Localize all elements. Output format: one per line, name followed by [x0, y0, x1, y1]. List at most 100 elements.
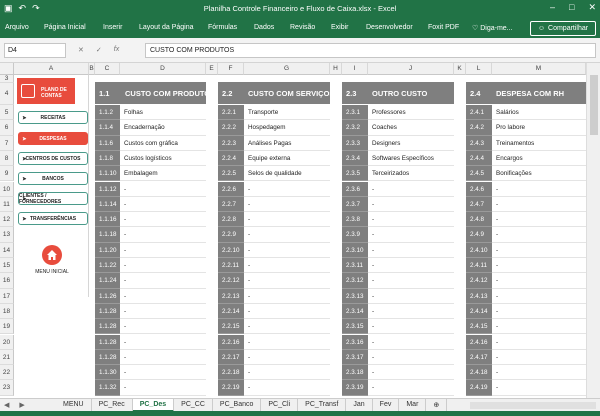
tab-layout[interactable]: Layout da Página	[139, 24, 194, 31]
tab-formulas[interactable]: Fórmulas	[208, 24, 237, 31]
account-code-cell[interactable]: 2.2.4	[218, 150, 244, 167]
account-name-cell[interactable]: -	[120, 289, 206, 304]
account-code-cell[interactable]: 2.4.7	[466, 196, 492, 213]
nav-button-bancos[interactable]: ⪢ BANCOS	[18, 172, 88, 185]
account-name-cell[interactable]: Transporte	[244, 105, 330, 121]
account-code-cell[interactable]: 1.1.32	[95, 380, 120, 396]
account-code-cell[interactable]: 2.3.19	[342, 380, 368, 396]
account-name-cell[interactable]: -	[368, 197, 454, 213]
account-name-cell[interactable]: Custos com gráfica	[120, 136, 206, 151]
account-code-cell[interactable]: 1.1.10	[95, 166, 120, 182]
account-name-cell[interactable]: -	[492, 212, 586, 228]
account-code-cell[interactable]: 2.3.6	[342, 181, 368, 197]
account-name-cell[interactable]: -	[244, 289, 330, 304]
confirm-icon[interactable]: ✓	[96, 46, 102, 54]
row-header[interactable]: 9	[0, 166, 14, 182]
row-header[interactable]: 8	[0, 150, 14, 167]
cancel-icon[interactable]: ✕	[78, 46, 84, 54]
tab-foxit[interactable]: Foxit PDF	[428, 24, 459, 31]
account-name-cell[interactable]: -	[368, 273, 454, 289]
close-icon[interactable]: ✕	[588, 2, 596, 13]
account-code-cell[interactable]: 2.3.11	[342, 258, 368, 274]
account-name-cell[interactable]: -	[492, 197, 586, 213]
next-sheet-icon[interactable]: ▶	[19, 401, 24, 409]
account-name-cell[interactable]: -	[368, 380, 454, 396]
account-name-cell[interactable]: -	[244, 335, 330, 350]
col-header-j[interactable]: J	[368, 63, 454, 75]
account-name-cell[interactable]: Equipe externa	[244, 151, 330, 167]
category-header[interactable]: 2.4 DESPESA COM RH	[466, 82, 586, 104]
account-name-cell[interactable]: Encadernação	[120, 120, 206, 136]
account-code-cell[interactable]: 2.2.6	[218, 181, 244, 197]
account-code-cell[interactable]: 1.1.4	[95, 120, 120, 136]
account-name-cell[interactable]: -	[492, 319, 586, 335]
account-name-cell[interactable]: -	[120, 350, 206, 366]
account-code-cell[interactable]: 2.4.9	[466, 227, 492, 243]
account-code-cell[interactable]: 2.2.1	[218, 105, 244, 121]
account-name-cell[interactable]: -	[120, 243, 206, 258]
account-name-cell[interactable]: -	[244, 319, 330, 335]
row-header[interactable]: 3	[0, 75, 14, 83]
row-header[interactable]: 13	[0, 227, 14, 243]
row-header[interactable]: 15	[0, 258, 14, 274]
account-name-cell[interactable]: Encargos	[492, 151, 586, 167]
account-name-cell[interactable]: Selos de qualidade	[244, 166, 330, 182]
account-name-cell[interactable]: -	[120, 212, 206, 228]
tab-arquivo[interactable]: Arquivo	[5, 24, 29, 31]
account-name-cell[interactable]: Softwares Específicos	[368, 151, 454, 167]
account-code-cell[interactable]: 1.1.26	[95, 288, 120, 304]
account-code-cell[interactable]: 2.2.15	[218, 319, 244, 335]
account-name-cell[interactable]: -	[492, 289, 586, 304]
account-code-cell[interactable]: 1.1.14	[95, 196, 120, 213]
account-code-cell[interactable]: 2.4.15	[466, 319, 492, 335]
tell-me-search[interactable]: ♡ Diga-me...	[472, 24, 513, 32]
tab-exibir[interactable]: Exibir	[331, 24, 349, 31]
account-name-cell[interactable]: -	[120, 182, 206, 197]
tab-desenvolvedor[interactable]: Desenvolvedor	[366, 24, 413, 31]
nav-button-centros-de-custos[interactable]: ⪢ CENTROS DE CUSTOS	[18, 152, 88, 165]
nav-button-receitas[interactable]: ⪢ RECEITAS	[18, 111, 88, 124]
nav-button-clientes-fornecedores[interactable]: ⪢ CLIENTES / FORNECEDORES	[18, 192, 88, 205]
account-code-cell[interactable]: 2.4.18	[466, 365, 492, 381]
account-name-cell[interactable]: -	[120, 365, 206, 381]
tab-revisao[interactable]: Revisão	[290, 24, 315, 31]
account-code-cell[interactable]: 2.2.5	[218, 166, 244, 182]
account-code-cell[interactable]: 2.4.8	[466, 212, 492, 228]
account-code-cell[interactable]: 2.3.7	[342, 196, 368, 213]
category-header[interactable]: 2.2 CUSTO COM SERVIÇOS	[218, 82, 334, 104]
row-header[interactable]: 21	[0, 349, 14, 366]
row-header[interactable]: 23	[0, 380, 14, 396]
account-name-cell[interactable]: -	[244, 380, 330, 396]
row-header[interactable]: 19	[0, 319, 14, 335]
account-name-cell[interactable]: -	[492, 335, 586, 350]
horizontal-scrollbar[interactable]	[470, 402, 596, 409]
account-code-cell[interactable]: 2.2.16	[218, 334, 244, 350]
account-code-cell[interactable]: 2.3.5	[342, 166, 368, 182]
account-name-cell[interactable]: Treinamentos	[492, 136, 586, 151]
account-code-cell[interactable]: 2.2.7	[218, 196, 244, 213]
nav-button-transferencias[interactable]: ⪢ TRANSFERÊNCIAS	[18, 212, 88, 225]
account-code-cell[interactable]: 1.1.28	[95, 303, 120, 320]
account-name-cell[interactable]: -	[244, 273, 330, 289]
account-code-cell[interactable]: 2.4.3	[466, 135, 492, 151]
account-name-cell[interactable]: -	[368, 304, 454, 320]
row-header[interactable]: 7	[0, 135, 14, 151]
account-code-cell[interactable]: 2.4.17	[466, 349, 492, 366]
account-code-cell[interactable]: 1.1.22	[95, 258, 120, 274]
account-code-cell[interactable]: 2.4.13	[466, 288, 492, 304]
account-name-cell[interactable]: -	[244, 304, 330, 320]
account-code-cell[interactable]: 1.1.20	[95, 242, 120, 258]
category-header[interactable]: 2.3 OUTRO CUSTO	[342, 82, 454, 104]
account-code-cell[interactable]: 2.4.14	[466, 303, 492, 320]
row-header[interactable]: 18	[0, 303, 14, 320]
account-code-cell[interactable]: 1.1.18	[95, 227, 120, 243]
col-header-d[interactable]: D	[120, 63, 206, 75]
account-code-cell[interactable]: 2.3.10	[342, 242, 368, 258]
account-name-cell[interactable]: Professores	[368, 105, 454, 121]
nav-button-despesas[interactable]: ⪢ DESPESAS	[18, 132, 88, 145]
account-code-cell[interactable]: 2.3.8	[342, 212, 368, 228]
account-code-cell[interactable]: 2.2.19	[218, 380, 244, 396]
account-name-cell[interactable]: -	[368, 319, 454, 335]
account-code-cell[interactable]: 1.1.8	[95, 150, 120, 167]
account-name-cell[interactable]: Designers	[368, 136, 454, 151]
